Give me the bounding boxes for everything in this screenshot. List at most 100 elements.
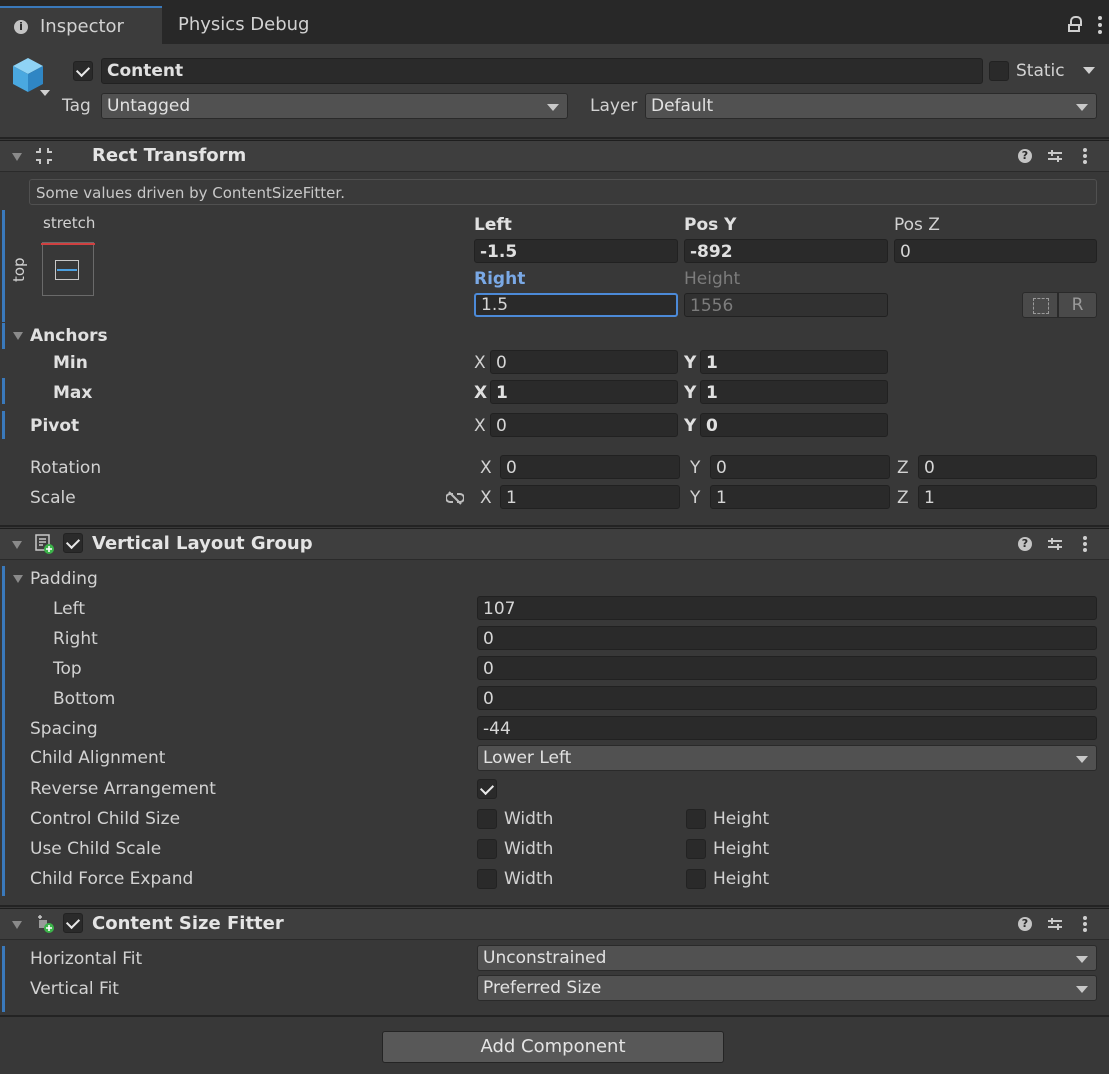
padding-label: Padding bbox=[30, 569, 98, 589]
lock-icon[interactable] bbox=[1068, 16, 1082, 32]
component-menu-icon[interactable] bbox=[1083, 536, 1087, 554]
max-y-field[interactable]: 1 bbox=[700, 380, 888, 404]
rect-transform-title: Rect Transform bbox=[92, 145, 247, 166]
help-icon[interactable]: ? bbox=[1018, 537, 1032, 551]
tab-inspector[interactable]: i Inspector bbox=[0, 6, 162, 44]
child-alignment-dropdown[interactable]: Lower Left bbox=[477, 745, 1097, 771]
right-field[interactable]: 1.5 bbox=[474, 293, 678, 317]
rect-transform-icon bbox=[34, 146, 54, 166]
anchor-preset-button[interactable] bbox=[41, 242, 95, 296]
reverse-arrangement-label: Reverse Arrangement bbox=[30, 779, 216, 799]
presets-icon[interactable] bbox=[1047, 916, 1063, 932]
pivot-x-axis: X bbox=[474, 416, 486, 436]
pivot-x-field[interactable]: 0 bbox=[490, 413, 678, 437]
left-field[interactable]: -1.5 bbox=[474, 239, 678, 263]
control-height-checkbox[interactable] bbox=[686, 809, 706, 829]
presets-icon[interactable] bbox=[1047, 536, 1063, 552]
expand-width-label: Width bbox=[504, 869, 554, 889]
static-dropdown-arrow[interactable] bbox=[1083, 67, 1095, 74]
min-x-field[interactable]: 0 bbox=[490, 350, 678, 374]
object-name-field[interactable]: Content bbox=[101, 58, 983, 84]
static-label: Static bbox=[1016, 61, 1065, 81]
foldout-arrow-icon[interactable] bbox=[12, 153, 22, 161]
rot-y-axis: Y bbox=[690, 458, 701, 478]
component-menu-icon[interactable] bbox=[1083, 916, 1087, 934]
layer-dropdown[interactable]: Default bbox=[645, 93, 1097, 119]
static-checkbox[interactable] bbox=[989, 61, 1009, 81]
tab-menu-icon[interactable] bbox=[1098, 16, 1102, 34]
foldout-arrow-icon[interactable] bbox=[12, 921, 22, 929]
rotation-label: Rotation bbox=[30, 458, 102, 478]
horizontal-fit-dropdown[interactable]: Unconstrained bbox=[477, 945, 1097, 971]
pivot-y-axis: Y bbox=[684, 416, 697, 436]
anchor-preset-label-h: stretch bbox=[43, 214, 96, 232]
padding-right-field[interactable]: 0 bbox=[477, 626, 1097, 650]
use-child-scale-label: Use Child Scale bbox=[30, 839, 162, 859]
padding-top-field[interactable]: 0 bbox=[477, 656, 1097, 680]
blueprint-mode-button[interactable] bbox=[1022, 292, 1058, 318]
height-field: 1556 bbox=[684, 293, 888, 317]
right-label: Right bbox=[474, 269, 526, 289]
modified-bar bbox=[2, 411, 5, 439]
vertical-fit-dropdown[interactable]: Preferred Size bbox=[477, 975, 1097, 1001]
chevron-down-icon bbox=[1076, 104, 1088, 111]
padding-right-label: Right bbox=[53, 629, 98, 649]
tab-physics-debug[interactable]: Physics Debug bbox=[178, 6, 309, 44]
help-icon[interactable]: ? bbox=[1018, 149, 1032, 163]
vertical-layout-group-title: Vertical Layout Group bbox=[92, 533, 313, 554]
layer-label: Layer bbox=[590, 96, 638, 116]
csf-enabled-checkbox[interactable] bbox=[63, 913, 83, 933]
rot-z-axis: Z bbox=[897, 458, 909, 478]
chevron-down-icon bbox=[547, 104, 559, 111]
expand-height-checkbox[interactable] bbox=[686, 869, 706, 889]
object-active-checkbox[interactable] bbox=[73, 61, 93, 81]
tag-dropdown[interactable]: Untagged bbox=[101, 93, 568, 119]
presets-icon[interactable] bbox=[1047, 148, 1063, 164]
max-x-field[interactable]: 1 bbox=[490, 380, 678, 404]
height-label: Height bbox=[684, 269, 741, 289]
vlg-enabled-checkbox[interactable] bbox=[63, 533, 83, 553]
padding-foldout-icon[interactable] bbox=[13, 575, 23, 583]
size-fitter-icon bbox=[35, 913, 55, 933]
expand-width-checkbox[interactable] bbox=[477, 869, 497, 889]
reverse-arrangement-checkbox[interactable] bbox=[477, 779, 497, 799]
tab-bar bbox=[0, 0, 1109, 44]
add-component-button[interactable]: Add Component bbox=[382, 1031, 724, 1063]
rotation-x-field[interactable]: 0 bbox=[500, 455, 680, 479]
scale-x-axis: X bbox=[480, 488, 492, 508]
chevron-down-icon bbox=[1076, 956, 1088, 963]
icon-dropdown-arrow[interactable] bbox=[40, 90, 50, 96]
padding-left-field[interactable]: 107 bbox=[477, 596, 1097, 620]
foldout-arrow-icon[interactable] bbox=[12, 541, 22, 549]
posy-field[interactable]: -892 bbox=[684, 239, 888, 263]
min-y-axis: Y bbox=[684, 353, 697, 373]
max-y-axis: Y bbox=[684, 383, 697, 403]
padding-left-label: Left bbox=[53, 599, 85, 619]
spacing-field[interactable]: -44 bbox=[477, 716, 1097, 740]
scale-height-checkbox[interactable] bbox=[686, 839, 706, 859]
rotation-y-field[interactable]: 0 bbox=[710, 455, 890, 479]
pivot-y-field[interactable]: 0 bbox=[700, 413, 888, 437]
control-width-label: Width bbox=[504, 809, 554, 829]
posz-label: Pos Z bbox=[894, 215, 940, 235]
raw-edit-button[interactable]: R bbox=[1058, 292, 1097, 318]
scale-x-field[interactable]: 1 bbox=[500, 485, 680, 509]
posz-field[interactable]: 0 bbox=[894, 239, 1097, 263]
control-child-size-label: Control Child Size bbox=[30, 809, 181, 829]
padding-bottom-field[interactable]: 0 bbox=[477, 686, 1097, 710]
component-menu-icon[interactable] bbox=[1083, 148, 1087, 166]
scale-z-field[interactable]: 1 bbox=[918, 485, 1097, 509]
scale-width-checkbox[interactable] bbox=[477, 839, 497, 859]
rot-x-axis: X bbox=[480, 458, 492, 478]
help-icon[interactable]: ? bbox=[1018, 917, 1032, 931]
modified-bar bbox=[2, 323, 5, 349]
max-label: Max bbox=[53, 383, 93, 403]
constrain-proportions-icon[interactable] bbox=[445, 490, 465, 505]
min-y-field[interactable]: 1 bbox=[700, 350, 888, 374]
scale-y-axis: Y bbox=[690, 488, 701, 508]
scale-y-field[interactable]: 1 bbox=[710, 485, 890, 509]
anchors-foldout-icon[interactable] bbox=[13, 332, 23, 340]
control-width-checkbox[interactable] bbox=[477, 809, 497, 829]
rotation-z-field[interactable]: 0 bbox=[918, 455, 1097, 479]
expand-height-label: Height bbox=[713, 869, 770, 889]
